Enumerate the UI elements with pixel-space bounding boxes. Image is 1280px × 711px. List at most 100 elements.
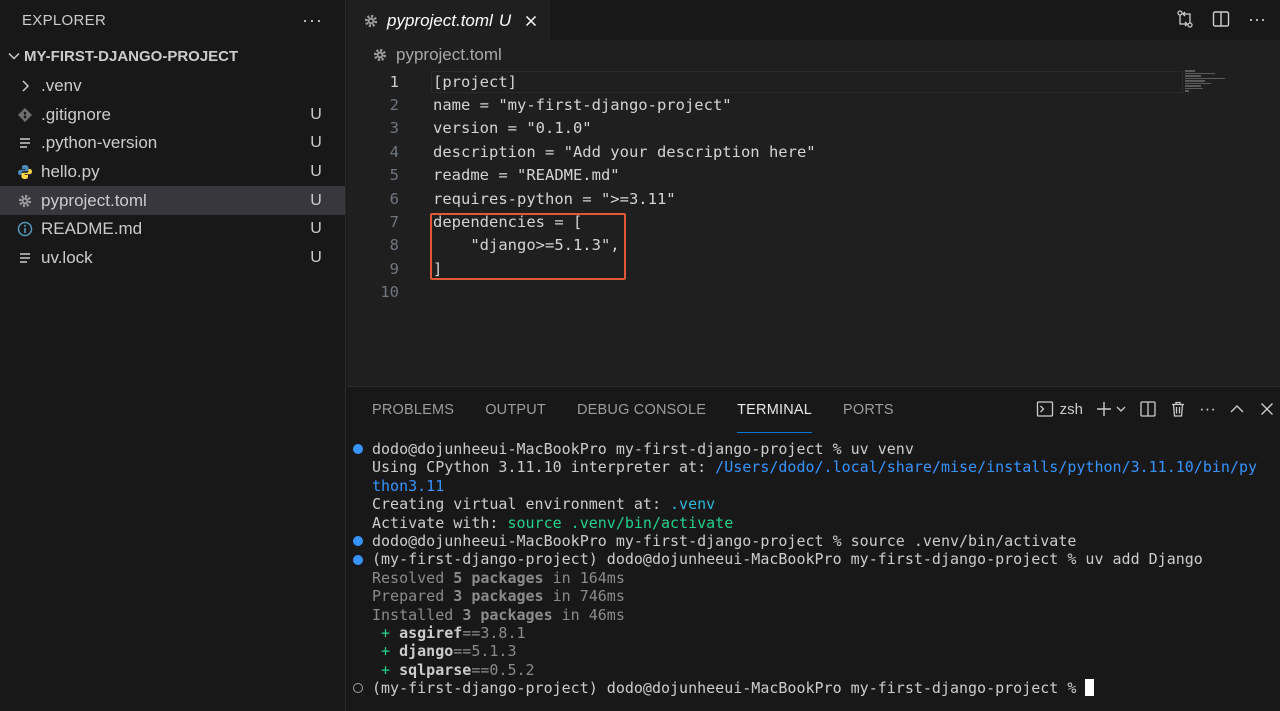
terminal-line: Creating virtual environment at: .venv (353, 495, 1274, 513)
tab-output[interactable]: OUTPUT (485, 387, 546, 433)
code-line: 10 (347, 281, 1280, 304)
file-name: pyproject.toml (41, 190, 147, 210)
terminal-line: + asgiref ==3.8.1 (353, 624, 1274, 642)
terminal-line: thon3.11 (353, 477, 1274, 495)
split-editor-icon[interactable] (1210, 8, 1232, 30)
editor-area: pyproject.toml U ··· pyproject.toml 1 [pr… (347, 0, 1280, 386)
terminal-shell-selector[interactable]: zsh (1036, 400, 1083, 418)
terminal-text: Creating virtual environment at: (372, 495, 671, 514)
terminal-line: (my-first-django-project) dodo@dojunheeu… (353, 550, 1274, 568)
terminal-line: Installed 3 packages in 46ms (353, 606, 1274, 624)
more-actions-icon[interactable]: ··· (1199, 399, 1216, 419)
project-folder[interactable]: MY-FIRST-DJANGO-PROJECT (0, 40, 345, 72)
terminal-cursor (1085, 679, 1095, 697)
line-number: 5 (389, 166, 399, 185)
terminal-text: (my-first-django-project) dodo@dojunheeu… (372, 550, 1203, 569)
python-icon (17, 164, 33, 180)
tab-ports[interactable]: PORTS (843, 387, 894, 433)
terminal-line: + sqlparse ==0.5.2 (353, 661, 1274, 679)
explorer-header: EXPLORER ··· (0, 0, 345, 40)
terminal-output[interactable]: dodo@dojunheeui-MacBookPro my-first-djan… (353, 440, 1274, 697)
tab-status: U (498, 10, 512, 30)
chevron-right-icon (17, 78, 33, 94)
file-name: .gitignore (41, 104, 111, 124)
more-actions-icon[interactable]: ··· (302, 10, 323, 31)
terminal-highlight: source .venv/bin/activate (507, 513, 734, 532)
command-success-dot[interactable] (353, 536, 363, 547)
line-number: 3 (389, 119, 399, 138)
terminal-text: asgiref (399, 623, 463, 642)
line-number: 10 (380, 283, 399, 302)
file-status: U (310, 134, 322, 152)
code-line: 2 name = "my-first-django-project" (347, 93, 1280, 116)
explorer-sidebar: EXPLORER ··· MY-FIRST-DJANGO-PROJECT .ve… (0, 0, 346, 711)
project-name: MY-FIRST-DJANGO-PROJECT (24, 47, 239, 65)
terminal-text: sqlparse (399, 660, 472, 679)
gear-icon (373, 48, 387, 62)
terminal-line: + django ==5.1.3 (353, 642, 1274, 660)
file-name: .python-version (41, 133, 158, 153)
maximize-panel-icon[interactable] (1228, 400, 1246, 418)
current-line-highlight (431, 71, 1183, 93)
terminal-path-link[interactable]: thon3.11 (372, 477, 444, 495)
tab-label: pyproject.toml (387, 10, 493, 30)
file-uv-lock[interactable]: uv.lock U (0, 244, 345, 273)
trash-icon[interactable] (1169, 400, 1187, 418)
split-terminal-icon[interactable] (1139, 400, 1157, 418)
terminal-text: Activate with: (372, 513, 508, 532)
chevron-down-icon (8, 52, 20, 60)
minimap[interactable] (1185, 70, 1235, 92)
breadcrumb-file: pyproject.toml (396, 45, 502, 64)
code-line: 5 readme = "README.md" (347, 164, 1280, 187)
code-text: description = "Add your description here… (433, 142, 816, 161)
code-line: 1 [project] (347, 70, 1280, 93)
info-icon (17, 221, 33, 237)
file-readme-md[interactable]: README.md U (0, 215, 345, 244)
terminal-text: 5 packages (453, 568, 544, 587)
gear-icon (364, 14, 378, 27)
file-python-version[interactable]: .python-version U (0, 129, 345, 158)
tab-pyproject-toml[interactable]: pyproject.toml U (347, 0, 550, 40)
terminal-line: dodo@dojunheeui-MacBookPro my-first-djan… (353, 532, 1274, 550)
close-panel-icon[interactable] (1258, 400, 1276, 418)
terminal-path-link[interactable]: /Users/dodo/.local/share/mise/installs/p… (715, 458, 1257, 476)
file-hello-py[interactable]: hello.py U (0, 158, 345, 187)
terminal-icon (1036, 401, 1053, 417)
compare-changes-icon[interactable] (1174, 8, 1196, 30)
shell-name: zsh (1059, 400, 1084, 418)
panel-tabbar: PROBLEMS OUTPUT DEBUG CONSOLE TERMINAL P… (347, 387, 1280, 433)
code-text: readme = "README.md" (433, 166, 620, 185)
terminal-text: in 164ms (543, 568, 625, 587)
editor-tabbar: pyproject.toml U ··· (347, 0, 1280, 40)
file-venv[interactable]: .venv (0, 72, 345, 101)
line-number: 8 (389, 236, 399, 255)
file-name: uv.lock (41, 247, 93, 267)
line-number: 7 (389, 213, 399, 232)
new-terminal-button[interactable] (1095, 400, 1127, 418)
lines-icon (17, 250, 33, 266)
line-number: 1 (389, 72, 399, 91)
file-name: .venv (41, 76, 82, 96)
file-gitignore[interactable]: .gitignore U (0, 101, 345, 130)
tab-debug-console[interactable]: DEBUG CONSOLE (577, 387, 706, 433)
file-name: README.md (41, 219, 143, 239)
line-number: 4 (389, 142, 399, 161)
file-status: U (310, 191, 322, 209)
file-status: U (310, 248, 322, 266)
terminal-text: ==0.5.2 (471, 660, 535, 679)
close-icon[interactable] (523, 13, 539, 29)
command-success-dot[interactable] (353, 554, 363, 565)
terminal-text: dodo@dojunheeui-MacBookPro my-first-djan… (372, 531, 1077, 550)
command-pending-dot[interactable] (353, 683, 363, 694)
breadcrumb[interactable]: pyproject.toml (347, 40, 1280, 70)
tab-terminal[interactable]: TERMINAL (737, 387, 813, 433)
line-number: 2 (389, 96, 399, 115)
terminal-line: Prepared 3 packages in 746ms (353, 587, 1274, 605)
more-actions-icon[interactable]: ··· (1246, 8, 1268, 30)
code-text: name = "my-first-django-project" (433, 96, 732, 115)
file-pyproject-toml[interactable]: pyproject.toml U (0, 186, 345, 215)
tab-problems[interactable]: PROBLEMS (372, 387, 454, 433)
lines-icon (17, 135, 33, 151)
command-success-dot[interactable] (353, 444, 363, 455)
terminal-text: ==3.8.1 (462, 623, 526, 642)
